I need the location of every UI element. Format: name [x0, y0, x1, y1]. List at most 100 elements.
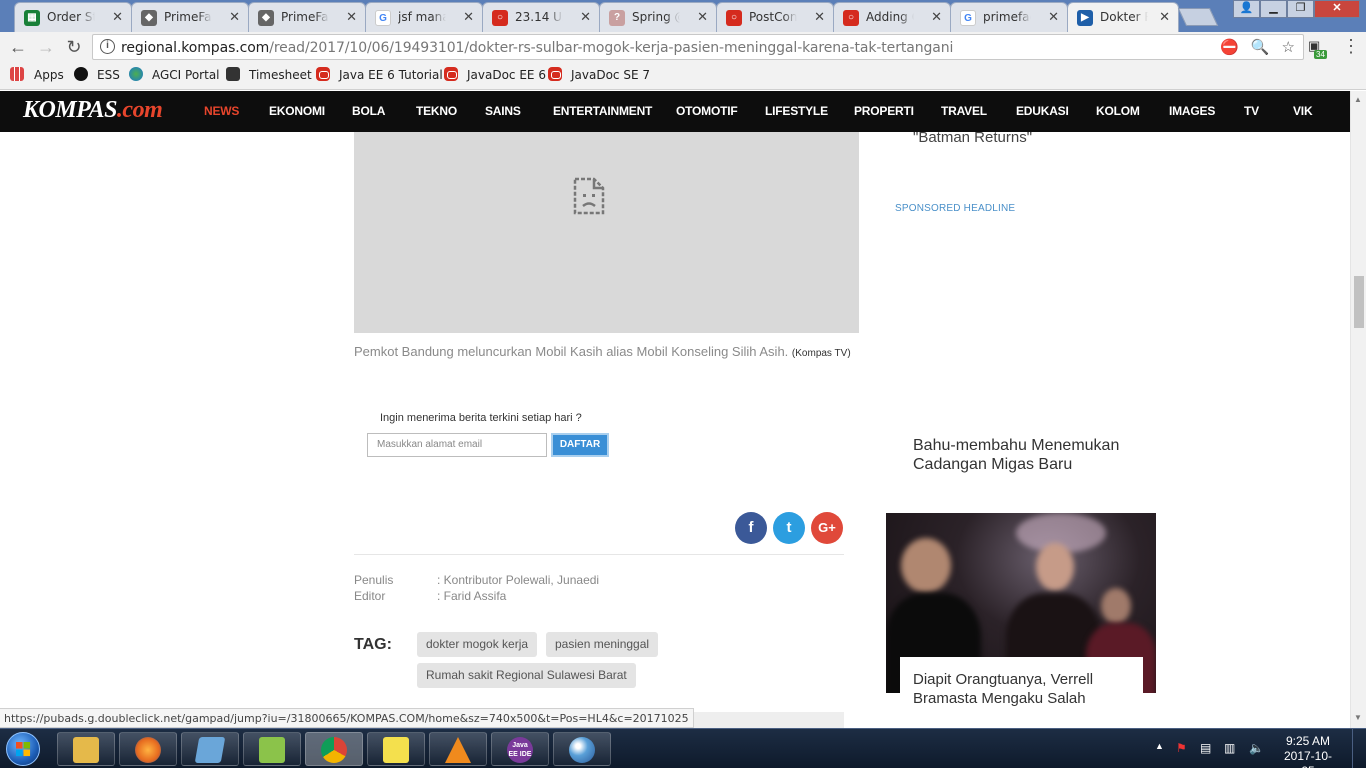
close-tab-icon[interactable]: ✕ — [346, 9, 357, 25]
browser-tab[interactable]: ◆ PrimeFace ✕ — [248, 2, 366, 32]
close-tab-icon[interactable]: ✕ — [112, 9, 123, 25]
browser-tab[interactable]: ? Spring @F ✕ — [599, 2, 717, 32]
nav-travel[interactable]: TRAVEL — [941, 104, 987, 118]
taskbar-sticky-notes[interactable] — [367, 732, 425, 766]
browser-tab[interactable]: ▦ Order Stat ✕ — [14, 2, 132, 32]
forward-arrow-icon[interactable]: → — [36, 37, 56, 58]
close-tab-icon[interactable]: ✕ — [1048, 9, 1059, 25]
tag-chip[interactable]: dokter mogok kerja — [417, 632, 538, 657]
bookmark-java-ee-6-tutorial[interactable]: Java EE 6 Tutorial — [339, 68, 443, 82]
tray-flag-icon[interactable]: ⚑ — [1176, 741, 1187, 755]
close-tab-icon[interactable]: ✕ — [463, 9, 474, 25]
address-bar-icons: ⛔ 🔍 ☆ — [1220, 38, 1295, 56]
maximize-button[interactable]: ❐ — [1287, 0, 1314, 18]
close-window-button[interactable]: ✕ — [1314, 0, 1360, 18]
nav-kolom[interactable]: KOLOM — [1096, 104, 1140, 118]
email-field[interactable]: Masukkan alamat email — [367, 433, 547, 457]
facebook-share-icon[interactable]: f — [735, 512, 767, 544]
close-tab-icon[interactable]: ✕ — [580, 9, 591, 25]
zoom-icon[interactable]: 🔍 — [1251, 38, 1270, 56]
taskbar-explorer[interactable] — [57, 732, 115, 766]
close-tab-icon[interactable]: ✕ — [931, 9, 942, 25]
bookmark-javadoc-se-7[interactable]: JavaDoc SE 7 — [571, 68, 650, 82]
tag-title: TAG: — [354, 636, 392, 653]
close-tab-icon[interactable]: ✕ — [814, 9, 825, 25]
scroll-down-icon[interactable]: ▼ — [1354, 713, 1362, 722]
page-scrollbar[interactable]: ▲ ▼ — [1350, 91, 1366, 728]
sidebar-headline[interactable]: Bahu-membahu Menemukan Cadangan Migas Ba… — [913, 436, 1143, 474]
tray-volume-icon[interactable]: 🔈 — [1249, 741, 1264, 755]
bookmark-agci-portal[interactable]: AGCI Portal — [152, 68, 220, 82]
nav-entertainment[interactable]: ENTERTAINMENT — [553, 104, 652, 118]
close-tab-icon[interactable]: ✕ — [697, 9, 708, 25]
browser-tab[interactable]: ○ Adding Co ✕ — [833, 2, 951, 32]
browser-tab[interactable]: G jsf manage ✕ — [365, 2, 483, 32]
subscribe-button[interactable]: DAFTAR — [551, 433, 609, 457]
video-player[interactable] — [354, 132, 859, 333]
info-icon[interactable]: i — [100, 39, 115, 54]
taskbar-chrome[interactable] — [305, 732, 363, 766]
minimize-button[interactable]: ▁ — [1260, 0, 1287, 18]
tray-network-icon[interactable]: ▥ — [1224, 741, 1235, 755]
nav-otomotif[interactable]: OTOMOTIF — [676, 104, 738, 118]
browser-toolbar: ← → ↻ i regional.kompas.com/read/2017/10… — [0, 32, 1366, 62]
browser-tab[interactable]: G primeface ✕ — [950, 2, 1068, 32]
bookmark-apps[interactable]: Apps — [34, 68, 64, 82]
taskbar-paint[interactable] — [553, 732, 611, 766]
twitter-share-icon[interactable]: t — [773, 512, 805, 544]
tag-chip[interactable]: Rumah sakit Regional Sulawesi Barat — [417, 663, 636, 688]
reload-icon[interactable]: ↻ — [64, 37, 84, 58]
browser-tab[interactable]: ○ 23.14 Usin ✕ — [482, 2, 600, 32]
system-clock[interactable]: 9:25 AM 2017-10-25 — [1278, 734, 1338, 768]
tray-device-icon[interactable]: ▤ — [1200, 741, 1211, 755]
nav-ekonomi[interactable]: EKONOMI — [269, 104, 325, 118]
sidebar-headline-top[interactable]: "Batman Returns" — [913, 129, 1032, 146]
nav-sains[interactable]: SAINS — [485, 104, 521, 118]
close-tab-icon[interactable]: ✕ — [229, 9, 240, 25]
taskbar-notepad[interactable] — [181, 732, 239, 766]
nav-vik[interactable]: VIK — [1293, 104, 1313, 118]
editor-value: : Farid Assifa — [437, 589, 507, 603]
menu-icon[interactable]: ⋮ — [1342, 36, 1360, 57]
tag-chip[interactable]: pasien meninggal — [546, 632, 659, 657]
address-bar[interactable]: i regional.kompas.com/read/2017/10/06/19… — [92, 34, 1304, 60]
scrollbar-thumb[interactable] — [1354, 276, 1364, 328]
taskbar-notepad-plus[interactable] — [243, 732, 301, 766]
bookmark-javadoc-ee-6[interactable]: JavaDoc EE 6 — [467, 68, 546, 82]
browser-tab-active[interactable]: ▶ Dokter RS ✕ — [1067, 2, 1179, 32]
taskbar-vlc[interactable] — [429, 732, 487, 766]
bookmark-star-icon[interactable]: ☆ — [1282, 38, 1295, 56]
nav-news[interactable]: NEWS — [204, 104, 239, 118]
user-icon[interactable]: 👤 — [1233, 0, 1260, 18]
new-tab-button[interactable] — [1177, 8, 1219, 26]
tray-expand-icon[interactable]: ▲ — [1155, 741, 1164, 751]
nav-properti[interactable]: PROPERTI — [854, 104, 914, 118]
scroll-up-icon[interactable]: ▲ — [1354, 95, 1362, 104]
show-desktop-button[interactable] — [1352, 729, 1366, 768]
bookmark-ess[interactable]: ESS — [97, 68, 120, 82]
video-caption: Pemkot Bandung meluncurkan Mobil Kasih a… — [354, 344, 851, 359]
oracle-icon — [316, 67, 330, 81]
url-text[interactable]: regional.kompas.com/read/2017/10/06/1949… — [121, 40, 953, 56]
tab-title: Adding Co — [866, 10, 914, 24]
window-controls: 👤 ▁ ❐ ✕ — [1233, 0, 1360, 18]
nav-tekno[interactable]: TEKNO — [416, 104, 457, 118]
nav-lifestyle[interactable]: LIFESTYLE — [765, 104, 828, 118]
googleplus-share-icon[interactable]: G+ — [811, 512, 843, 544]
nav-bola[interactable]: BOLA — [352, 104, 385, 118]
nav-tv[interactable]: TV — [1244, 104, 1259, 118]
taskbar-java-ee-ide[interactable]: Java EE IDE — [491, 732, 549, 766]
start-button[interactable] — [6, 732, 40, 766]
back-arrow-icon[interactable]: ← — [8, 37, 28, 58]
browser-tab[interactable]: ◆ PrimeFace ✕ — [131, 2, 249, 32]
bookmark-timesheet[interactable]: Timesheet — [249, 68, 312, 82]
photo-caption[interactable]: Diapit Orangtuanya, Verrell Bramasta Men… — [900, 657, 1143, 717]
taskbar-firefox[interactable] — [119, 732, 177, 766]
nav-edukasi[interactable]: EDUKASI — [1016, 104, 1069, 118]
close-tab-icon[interactable]: ✕ — [1159, 9, 1170, 25]
browser-tab[interactable]: ○ PostConst ✕ — [716, 2, 834, 32]
blocked-cookie-icon[interactable]: ⛔ — [1220, 38, 1239, 56]
timesheet-icon — [226, 67, 240, 81]
kompas-logo[interactable]: KOMPAS.com — [23, 97, 163, 124]
nav-images[interactable]: IMAGES — [1169, 104, 1215, 118]
